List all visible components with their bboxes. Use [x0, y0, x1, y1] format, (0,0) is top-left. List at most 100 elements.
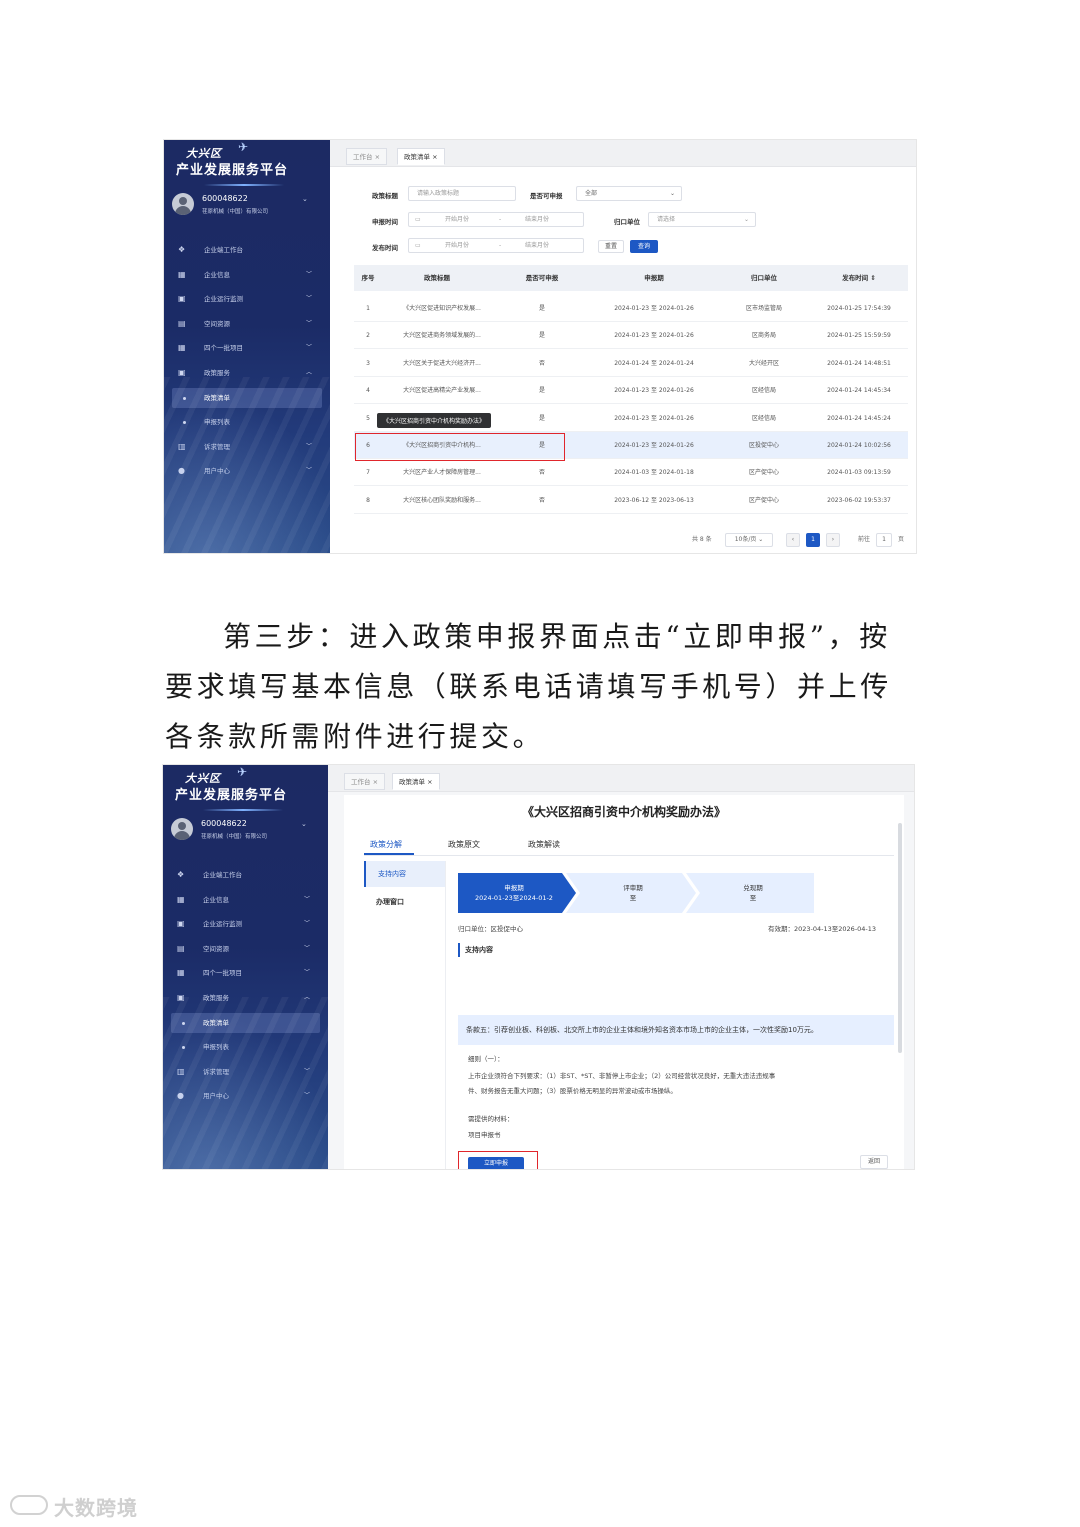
- search-button[interactable]: 查询: [630, 240, 658, 253]
- dept-label: 归口单位: [614, 218, 640, 226]
- table-cell[interactable]: 大兴区促进商务领域发展的...: [382, 322, 502, 349]
- tab-policy-original[interactable]: 政策原文: [448, 839, 480, 850]
- monitor-icon: ▣: [177, 919, 185, 929]
- nav-support-content[interactable]: 支持内容: [364, 861, 445, 887]
- user-icon: ●: [178, 466, 185, 476]
- sidebar-item-3[interactable]: ▣ 企业运行监测 ﹀: [164, 289, 330, 309]
- sidebar-item-9[interactable]: ▥ 诉求管理 ﹀: [164, 437, 330, 457]
- materials-label: 需提供的材料：: [468, 1115, 514, 1123]
- tab-policy-list[interactable]: 政策清单 ×: [397, 148, 445, 165]
- table-cell[interactable]: 大兴区关于促进大兴经济开...: [382, 350, 502, 377]
- dept-select[interactable]: 请选择 ⌄: [648, 212, 756, 227]
- table-cell[interactable]: 《大兴区促进知识产权发展...: [382, 295, 502, 322]
- watermark-text: 大数跨境: [54, 1496, 138, 1520]
- policy-title-input[interactable]: 请输入政策标题: [408, 186, 516, 201]
- avatar[interactable]: [171, 818, 193, 840]
- sidebar-item-2[interactable]: ▦ 企业信息 ﹀: [163, 890, 328, 910]
- table-cell: 2023-06-02 19:53:37: [827, 496, 891, 504]
- table-cell[interactable]: 大兴区核心团队奖励和服务...: [382, 487, 502, 514]
- sidebar-item-label: 政策清单: [203, 1018, 229, 1027]
- materials-item: 项目申报书: [468, 1131, 501, 1139]
- sidebar-item-7[interactable]: 政策清单: [171, 1012, 320, 1033]
- table-row[interactable]: 8 大兴区核心团队奖励和服务... 否 2023-06-12 至 2023-06-13…: [354, 487, 908, 514]
- scrollbar-thumb[interactable]: [898, 823, 902, 1053]
- tab-workbench[interactable]: 工作台 ×: [344, 773, 386, 790]
- user-id: 600048622: [202, 194, 248, 203]
- can-apply-select[interactable]: 全部 ⌄: [576, 186, 682, 201]
- table-cell[interactable]: 《大兴区招商引资中介机构...: [382, 432, 502, 459]
- calendar-icon: ▭: [415, 242, 421, 249]
- sidebar-item-label: 政策清单: [204, 393, 230, 402]
- tab-policy-list[interactable]: 政策清单 ×: [392, 773, 440, 790]
- table-row[interactable]: 2 大兴区促进商务领域发展的... 是 2024-01-23 至 2024-01-26…: [354, 322, 908, 350]
- chevron-down-icon: ﹀: [303, 895, 310, 903]
- nav-service-window[interactable]: 办理窗口: [364, 889, 445, 915]
- chart-icon: ▥: [178, 441, 186, 451]
- sidebar-item-4[interactable]: ▤ 空间资源 ﹀: [164, 314, 330, 334]
- table-row[interactable]: 6 《大兴区招商引资中介机构... 是 2024-01-23 至 2024-01-26…: [354, 432, 908, 459]
- table-row[interactable]: 3 大兴区关于促进大兴经济开... 否 2024-01-24 至 2024-01-24…: [354, 350, 908, 377]
- sidebar-item-8[interactable]: 申报列表: [164, 412, 330, 432]
- table-cell: 7: [366, 469, 370, 477]
- sidebar-item-8[interactable]: 申报列表: [163, 1037, 328, 1057]
- left-section-nav: 支持内容 办理窗口: [364, 861, 446, 1169]
- table-cell: 2024-01-23 至 2024-01-26: [614, 387, 694, 395]
- sidebar-item-9[interactable]: ▥ 诉求管理 ﹀: [163, 1062, 328, 1082]
- table-cell: 区经信局: [751, 414, 776, 422]
- chevron-down-icon[interactable]: ⌄: [301, 820, 307, 828]
- col-header-period: 申报期: [644, 274, 664, 282]
- chevron-down-icon: ﹀: [305, 442, 312, 450]
- sidebar-item-5[interactable]: ▦ 四个一批项目 ﹀: [163, 963, 328, 983]
- tab-policy-breakdown[interactable]: 政策分解: [370, 839, 402, 850]
- sidebar-item-7[interactable]: 政策清单: [172, 387, 322, 408]
- sidebar-item-label: 诉求管理: [203, 1067, 229, 1076]
- apply-time-range[interactable]: ▭ 开始月份 - 结束月份: [408, 212, 584, 227]
- goto-input[interactable]: 1: [876, 533, 892, 547]
- table-cell: 是: [538, 442, 545, 449]
- col-header-title: 政策标题: [424, 274, 450, 282]
- table-cell: 2024-01-23 至 2024-01-26: [614, 442, 694, 449]
- grid-icon: ▦: [178, 343, 186, 353]
- policy-detail-title: 《大兴区招商引资中介机构奖励办法》: [521, 805, 726, 819]
- col-header-index: 序号: [361, 274, 375, 282]
- table-row[interactable]: 4 大兴区促进高精尖产业发展... 是 2024-01-23 至 2024-01-26…: [354, 377, 908, 405]
- sort-icon: ⇕: [870, 274, 876, 282]
- back-button[interactable]: 返回: [860, 1155, 888, 1169]
- sidebar-item-10[interactable]: ● 用户中心 ﹀: [163, 1086, 328, 1106]
- sidebar-item-10[interactable]: ● 用户中心 ﹀: [164, 461, 330, 481]
- page-size-select[interactable]: 10条/页 ⌄: [725, 533, 773, 547]
- table-cell: 区市场监管局: [745, 305, 782, 312]
- sidebar-item-5[interactable]: ▦ 四个一批项目 ﹀: [164, 338, 330, 358]
- sidebar-item-6[interactable]: ▣ 政策服务 ︿: [164, 363, 330, 383]
- reset-button[interactable]: 重置: [598, 240, 624, 253]
- apply-now-button[interactable]: 立即申报: [468, 1157, 524, 1169]
- avatar[interactable]: [172, 193, 194, 215]
- table-cell[interactable]: 大兴区促进高精尖产业发展...: [382, 377, 502, 404]
- sidebar-item-label: 用户中心: [204, 467, 230, 476]
- chevron-down-icon[interactable]: ⌄: [302, 195, 308, 203]
- prev-page-button[interactable]: ‹: [786, 533, 800, 547]
- next-page-button[interactable]: ›: [826, 533, 840, 547]
- table-row[interactable]: 7 大兴区产业人才保障房管理... 否 2024-01-03 至 2024-01-18…: [354, 459, 908, 487]
- table-row[interactable]: 1 《大兴区促进知识产权发展... 是 2024-01-23 至 2024-01-26…: [354, 295, 908, 322]
- sidebar-item-4[interactable]: ▤ 空间资源 ﹀: [163, 939, 328, 959]
- page-number-current[interactable]: 1: [806, 533, 820, 547]
- publish-time-range[interactable]: ▭ 开始月份 - 结束月份: [408, 238, 584, 253]
- can-apply-label: 是否可申报: [530, 192, 563, 200]
- table-cell: 2024-01-24 至 2024-01-24: [614, 359, 694, 367]
- table-cell: 8: [366, 496, 370, 504]
- sidebar-item-1[interactable]: ❖ 企业端工作台: [163, 865, 328, 885]
- sidebar-item-6[interactable]: ▣ 政策服务 ︿: [163, 988, 328, 1008]
- chevron-down-icon: ﹀: [303, 969, 310, 977]
- step-review: 评审期至: [623, 884, 643, 902]
- table-cell: 否: [538, 496, 545, 504]
- sidebar-item-2[interactable]: ▦ 企业信息 ﹀: [164, 265, 330, 285]
- tab-workbench[interactable]: 工作台 ×: [346, 148, 388, 165]
- col-header-publish[interactable]: 发布时间 ⇕: [814, 265, 904, 291]
- sidebar-item-1[interactable]: ❖ 企业端工作台: [164, 240, 330, 260]
- sidebar-item-label: 申报列表: [203, 1043, 229, 1052]
- tab-policy-interpretation[interactable]: 政策解读: [528, 839, 560, 850]
- table-cell: 2024-01-24 10:02:56: [827, 442, 891, 449]
- sidebar-item-3[interactable]: ▣ 企业运行监测 ﹀: [163, 914, 328, 934]
- table-cell[interactable]: 大兴区产业人才保障房管理...: [382, 459, 502, 486]
